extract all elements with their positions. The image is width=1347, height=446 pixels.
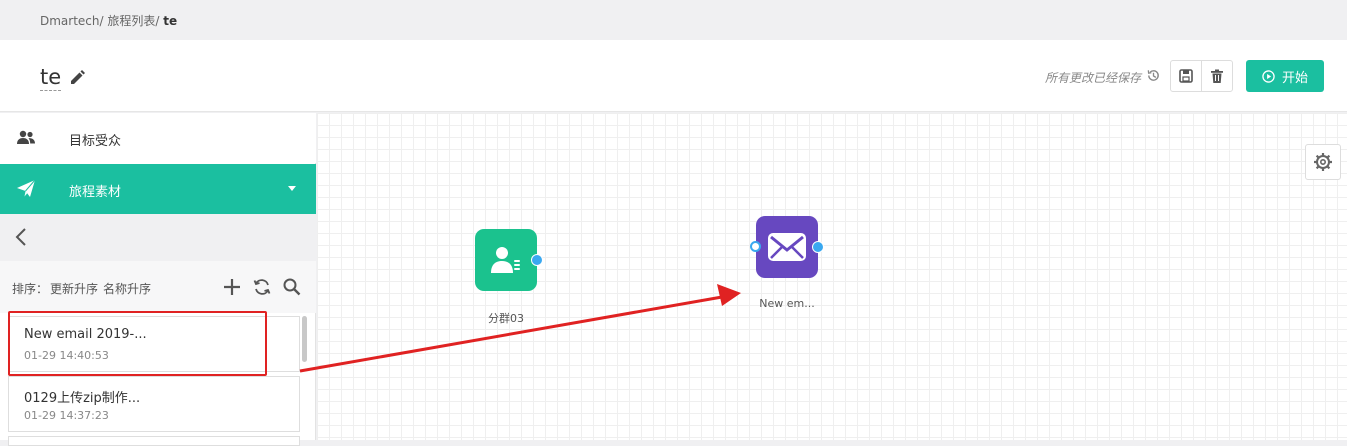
canvas-settings-button[interactable] <box>1305 144 1341 180</box>
start-button-label: 开始 <box>1281 70 1308 86</box>
back-row <box>0 214 316 261</box>
list-item[interactable] <box>8 436 300 446</box>
plus-icon[interactable] <box>222 277 242 297</box>
breadcrumb-item-dmartech[interactable]: Dmartech/ <box>40 14 104 28</box>
pencil-icon[interactable] <box>68 68 86 86</box>
segment-node[interactable] <box>475 229 537 291</box>
start-button[interactable]: 开始 <box>1246 60 1324 92</box>
journey-header: te 所有更改已经保存 开始 <box>0 40 1347 112</box>
trash-icon <box>1211 69 1223 83</box>
gear-icon <box>1314 153 1332 171</box>
list-scrollbar[interactable] <box>302 316 307 362</box>
list-item[interactable]: 0129上传zip制作... 01-29 14:37:23 <box>8 376 300 432</box>
breadcrumb-current: te <box>163 14 178 28</box>
play-circle-icon <box>1262 69 1275 83</box>
sidebar-item-label: 旅程素材 <box>69 185 122 200</box>
sort-option-updated-asc[interactable]: 更新升序 <box>50 282 98 296</box>
caret-down-icon[interactable] <box>288 186 296 191</box>
sidebar-item-journey-material[interactable]: 旅程素材 <box>0 164 316 214</box>
chevron-left-icon[interactable] <box>12 227 30 247</box>
email-input-port[interactable] <box>750 241 761 252</box>
history-icon[interactable] <box>1146 68 1161 83</box>
sort-prefix: 排序： <box>12 282 49 296</box>
annotation-highlight-box <box>8 311 267 376</box>
email-output-port[interactable] <box>812 241 824 253</box>
floppy-disk-icon <box>1179 69 1193 83</box>
journey-canvas[interactable]: 分群03 New em... <box>317 113 1347 440</box>
envelope-icon <box>768 233 806 261</box>
list-item-title: 0129上传zip制作... <box>24 391 141 406</box>
users-icon <box>17 130 35 144</box>
breadcrumb-item-journey-list[interactable]: 旅程列表/ <box>107 14 159 28</box>
segment-node-label: 分群03 <box>488 312 524 325</box>
journey-title[interactable]: te <box>40 64 62 91</box>
refresh-icon[interactable] <box>252 277 272 297</box>
save-button[interactable] <box>1170 60 1202 92</box>
delete-button[interactable] <box>1201 60 1233 92</box>
breadcrumb-bar: Dmartech/ 旅程列表/ te <box>0 0 1347 40</box>
paper-plane-icon <box>17 179 36 197</box>
email-node[interactable] <box>756 216 818 278</box>
sort-option-name-asc[interactable]: 名称升序 <box>103 282 151 296</box>
sort-options: 排序： 更新升序 名称升序 <box>12 280 156 297</box>
email-node-label: New em... <box>759 297 815 310</box>
segment-output-port[interactable] <box>531 254 543 266</box>
search-icon[interactable] <box>282 277 302 297</box>
save-status-text: 所有更改已经保存 <box>1044 71 1141 85</box>
breadcrumb: Dmartech/ 旅程列表/ te <box>40 12 177 29</box>
list-item-time: 01-29 14:37:23 <box>24 409 109 422</box>
sidebar-item-label: 目标受众 <box>69 134 122 149</box>
segment-user-icon <box>491 247 520 273</box>
sidebar-item-target-audience[interactable]: 目标受众 <box>0 113 316 163</box>
